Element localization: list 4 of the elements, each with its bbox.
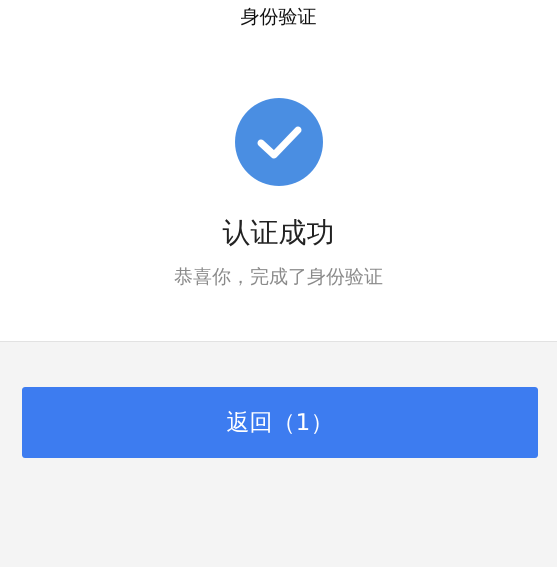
- page-title: 身份验证: [240, 5, 316, 30]
- result-heading: 认证成功: [222, 215, 334, 251]
- back-button[interactable]: 返回（1）: [22, 387, 538, 458]
- result-message: 恭喜你，完成了身份验证: [174, 265, 383, 290]
